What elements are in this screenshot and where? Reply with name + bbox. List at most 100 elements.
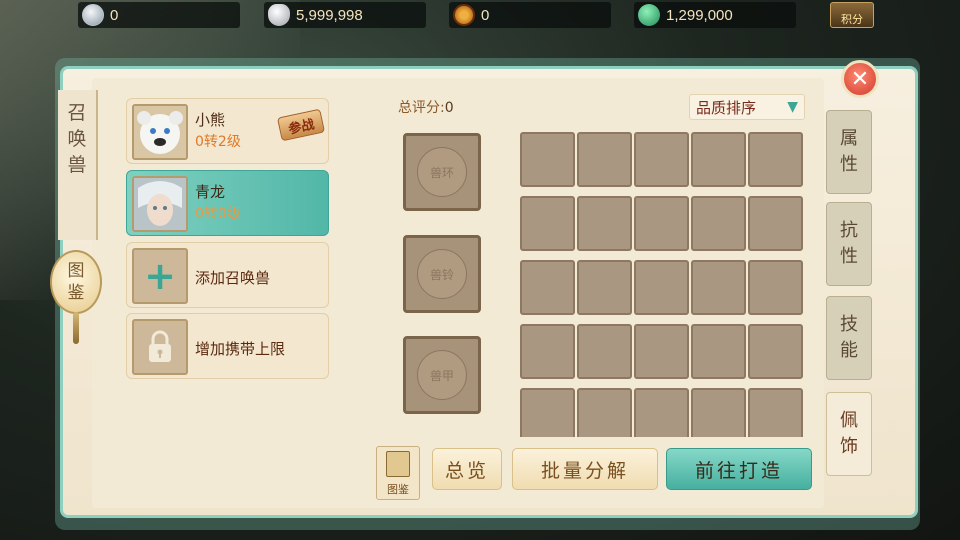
- tab-char: 技: [840, 314, 858, 335]
- equip-slot-bell[interactable]: 兽铃: [403, 235, 481, 313]
- currency-value: 1,299,000: [666, 6, 733, 24]
- equip-slot-label: 兽铃: [429, 267, 454, 282]
- pet-level: 0转2级: [195, 134, 241, 150]
- inventory-slot[interactable]: [520, 324, 575, 379]
- tujian-char: 图: [67, 261, 85, 281]
- close-button[interactable]: ✕: [841, 60, 879, 98]
- add-pet-label: 添加召唤兽: [195, 269, 271, 287]
- go-forge-label: 前往打造: [694, 459, 783, 482]
- inventory-slot[interactable]: [577, 132, 632, 187]
- tab-char: 能: [840, 340, 858, 361]
- inventory-slot[interactable]: [691, 196, 746, 251]
- battle-badge: 参战: [276, 108, 326, 142]
- inventory-slot[interactable]: [520, 196, 575, 251]
- inventory-slot[interactable]: [748, 324, 803, 379]
- inventory-slot[interactable]: [748, 260, 803, 315]
- inventory-slot[interactable]: [748, 196, 803, 251]
- inventory-slot[interactable]: [520, 260, 575, 315]
- bear-portrait-icon: [134, 106, 186, 158]
- battle-badge-label: 参战: [287, 116, 316, 137]
- tab-char: 性: [840, 154, 858, 175]
- currency-bar: 0 5,999,998 0 1,299,000 积分: [0, 0, 960, 30]
- lock-icon: [132, 319, 188, 375]
- go-forge-button[interactable]: 前往打造: [666, 448, 812, 490]
- inventory-slot[interactable]: [520, 132, 575, 187]
- silver-coin-icon: [82, 4, 104, 26]
- tab-char: 抗: [840, 220, 858, 241]
- inventory-slot[interactable]: [691, 132, 746, 187]
- score-badge-button[interactable]: 积分: [830, 2, 874, 28]
- inventory-slot[interactable]: [691, 388, 746, 437]
- inventory-slot[interactable]: [748, 388, 803, 437]
- tassel-decoration: [73, 312, 79, 344]
- tab-resistance[interactable]: 抗 性: [826, 202, 872, 286]
- tab-char: 佩: [840, 410, 858, 431]
- title-char: 兽: [67, 154, 87, 176]
- inventory-slot[interactable]: [634, 388, 689, 437]
- title-char: 召: [67, 102, 87, 124]
- overview-button[interactable]: 总览: [432, 448, 502, 490]
- tab-accessories[interactable]: 佩 饰: [826, 392, 872, 476]
- pet-item-xiaoxiong[interactable]: 小熊 0转2级 参战: [126, 98, 329, 164]
- tujian-button-label: 图鉴: [387, 483, 409, 496]
- overview-button-label: 总览: [444, 459, 489, 482]
- chevron-down-icon: ▼: [787, 99, 798, 115]
- jade-icon: [638, 4, 660, 26]
- equip-slot-armor[interactable]: 兽甲: [403, 336, 481, 414]
- inventory-slot[interactable]: [634, 196, 689, 251]
- increase-limit-button[interactable]: 增加携带上限: [126, 313, 329, 379]
- tujian-button[interactable]: 图鉴: [376, 446, 420, 500]
- accessory-inventory-grid: [520, 132, 806, 437]
- inventory-slot[interactable]: [577, 388, 632, 437]
- inventory-slot[interactable]: [577, 196, 632, 251]
- increase-limit-label: 增加携带上限: [195, 340, 286, 358]
- currency-value: 5,999,998: [296, 6, 363, 24]
- inventory-slot[interactable]: [691, 260, 746, 315]
- currency-copper-coin: 0: [449, 2, 611, 28]
- total-score-value: 0: [444, 100, 454, 116]
- inventory-slot[interactable]: [691, 324, 746, 379]
- pet-level: 0转0级: [195, 206, 241, 222]
- inventory-slot[interactable]: [748, 132, 803, 187]
- batch-decompose-button[interactable]: 批量分解: [512, 448, 658, 490]
- pet-portrait: [132, 176, 188, 232]
- currency-silver-ingot: 5,999,998: [264, 2, 426, 28]
- tab-attributes[interactable]: 属 性: [826, 110, 872, 194]
- title-char: 唤: [67, 128, 87, 150]
- tab-char: 饰: [840, 436, 858, 457]
- tujian-side-button[interactable]: 图 鉴: [50, 250, 102, 314]
- pet-item-qinglong[interactable]: 青龙 0转0级: [126, 170, 329, 236]
- total-score-label: 总评分:: [398, 100, 445, 116]
- silver-ingot-icon: [268, 4, 290, 26]
- dragon-portrait-icon: [134, 178, 186, 230]
- inventory-slot[interactable]: [577, 260, 632, 315]
- batch-decompose-label: 批量分解: [540, 459, 629, 482]
- currency-value: 0: [481, 6, 490, 24]
- quality-sort-label: 品质排序: [696, 98, 757, 117]
- currency-value: 0: [110, 6, 119, 24]
- score-badge-label: 积分: [841, 13, 863, 26]
- equip-slot-label: 兽环: [429, 165, 454, 180]
- tab-skills[interactable]: 技 能: [826, 296, 872, 380]
- plus-icon: +: [132, 248, 188, 304]
- total-score: 总评分:0: [398, 97, 454, 117]
- inventory-slot[interactable]: [634, 132, 689, 187]
- equip-slot-ring[interactable]: 兽环: [403, 133, 481, 211]
- pet-name: 小熊: [195, 111, 226, 129]
- close-icon: ✕: [850, 66, 870, 92]
- quality-sort-dropdown[interactable]: 品质排序 ▼: [689, 94, 805, 120]
- pet-name: 青龙: [195, 183, 226, 201]
- tab-char: 属: [840, 128, 858, 149]
- inventory-slot[interactable]: [634, 324, 689, 379]
- tab-char: 性: [840, 246, 858, 267]
- inventory-slot[interactable]: [634, 260, 689, 315]
- add-pet-button[interactable]: + 添加召唤兽: [126, 242, 329, 308]
- equip-slot-label: 兽甲: [429, 368, 454, 383]
- inventory-slot[interactable]: [520, 388, 575, 437]
- copper-coin-icon: [453, 4, 475, 26]
- pet-portrait: [132, 104, 188, 160]
- panel-title-tab: 召 唤 兽: [58, 90, 98, 240]
- currency-silver-coin: 0: [78, 2, 240, 28]
- currency-jade: 1,299,000: [634, 2, 796, 28]
- inventory-slot[interactable]: [577, 324, 632, 379]
